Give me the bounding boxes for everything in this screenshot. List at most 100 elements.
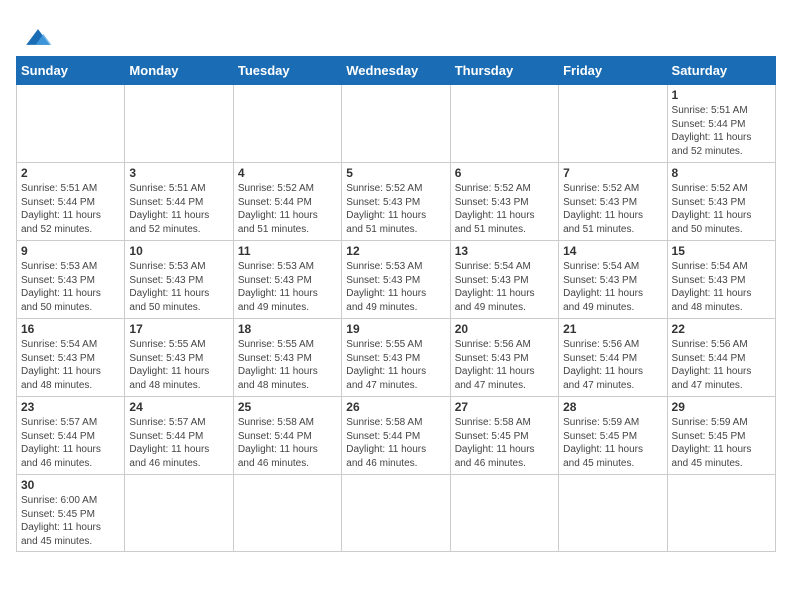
cell-day-number: 22 (672, 322, 771, 336)
calendar-cell (125, 85, 233, 163)
calendar-cell (559, 475, 667, 552)
cell-day-number: 19 (346, 322, 445, 336)
calendar-cell: 3 Sunrise: 5:51 AM Sunset: 5:44 PM Daylig… (125, 163, 233, 241)
cell-sun-info: Sunrise: 5:54 AM Sunset: 5:43 PM Dayligh… (563, 260, 662, 314)
cell-day-number: 3 (129, 166, 228, 180)
cell-sun-info: Sunrise: 5:53 AM Sunset: 5:43 PM Dayligh… (21, 260, 120, 314)
calendar-cell (125, 475, 233, 552)
cell-sun-info: Sunrise: 5:56 AM Sunset: 5:44 PM Dayligh… (563, 338, 662, 392)
calendar-cell: 9 Sunrise: 5:53 AM Sunset: 5:43 PM Daylig… (17, 241, 125, 319)
cell-sun-info: Sunrise: 5:57 AM Sunset: 5:44 PM Dayligh… (21, 416, 120, 470)
cell-day-number: 26 (346, 400, 445, 414)
weekday-saturday: Saturday (667, 57, 775, 85)
cell-sun-info: Sunrise: 5:54 AM Sunset: 5:43 PM Dayligh… (21, 338, 120, 392)
calendar-cell: 12 Sunrise: 5:53 AM Sunset: 5:43 PM Dayli… (342, 241, 450, 319)
cell-day-number: 21 (563, 322, 662, 336)
calendar-week-6: 30Sunrise: 6:00 AM Sunset: 5:45 PM Dayli… (17, 475, 776, 552)
cell-sun-info: Sunrise: 5:54 AM Sunset: 5:43 PM Dayligh… (672, 260, 771, 314)
calendar-week-4: 16 Sunrise: 5:54 AM Sunset: 5:43 PM Dayli… (17, 319, 776, 397)
calendar-cell: 27Sunrise: 5:58 AM Sunset: 5:45 PM Dayli… (450, 397, 558, 475)
weekday-friday: Friday (559, 57, 667, 85)
cell-sun-info: Sunrise: 5:54 AM Sunset: 5:43 PM Dayligh… (455, 260, 554, 314)
calendar-cell: 6 Sunrise: 5:52 AM Sunset: 5:43 PM Daylig… (450, 163, 558, 241)
cell-sun-info: Sunrise: 5:52 AM Sunset: 5:44 PM Dayligh… (238, 182, 337, 236)
cell-day-number: 25 (238, 400, 337, 414)
cell-day-number: 5 (346, 166, 445, 180)
calendar-cell: 11Sunrise: 5:53 AM Sunset: 5:43 PM Dayli… (233, 241, 341, 319)
calendar-table: SundayMondayTuesdayWednesdayThursdayFrid… (16, 56, 776, 552)
cell-sun-info: Sunrise: 5:59 AM Sunset: 5:45 PM Dayligh… (563, 416, 662, 470)
calendar-cell: 30Sunrise: 6:00 AM Sunset: 5:45 PM Dayli… (17, 475, 125, 552)
cell-sun-info: Sunrise: 5:52 AM Sunset: 5:43 PM Dayligh… (672, 182, 771, 236)
cell-day-number: 9 (21, 244, 120, 258)
calendar-cell: 20 Sunrise: 5:56 AM Sunset: 5:43 PM Dayli… (450, 319, 558, 397)
calendar-cell: 26 Sunrise: 5:58 AM Sunset: 5:44 PM Dayli… (342, 397, 450, 475)
calendar-cell: 8 Sunrise: 5:52 AM Sunset: 5:43 PM Daylig… (667, 163, 775, 241)
calendar-cell: 10 Sunrise: 5:53 AM Sunset: 5:43 PM Dayli… (125, 241, 233, 319)
cell-day-number: 6 (455, 166, 554, 180)
cell-day-number: 29 (672, 400, 771, 414)
cell-sun-info: Sunrise: 5:53 AM Sunset: 5:43 PM Dayligh… (129, 260, 228, 314)
cell-sun-info: Sunrise: 5:51 AM Sunset: 5:44 PM Dayligh… (21, 182, 120, 236)
cell-day-number: 4 (238, 166, 337, 180)
calendar-cell: 4 Sunrise: 5:52 AM Sunset: 5:44 PM Daylig… (233, 163, 341, 241)
calendar-week-5: 23 Sunrise: 5:57 AM Sunset: 5:44 PM Dayli… (17, 397, 776, 475)
calendar-cell: 7Sunrise: 5:52 AM Sunset: 5:43 PM Daylig… (559, 163, 667, 241)
calendar-cell (450, 475, 558, 552)
cell-day-number: 18 (238, 322, 337, 336)
calendar-cell: 19 Sunrise: 5:55 AM Sunset: 5:43 PM Dayli… (342, 319, 450, 397)
cell-sun-info: Sunrise: 5:52 AM Sunset: 5:43 PM Dayligh… (346, 182, 445, 236)
cell-sun-info: Sunrise: 5:53 AM Sunset: 5:43 PM Dayligh… (346, 260, 445, 314)
calendar-cell (450, 85, 558, 163)
cell-day-number: 20 (455, 322, 554, 336)
weekday-wednesday: Wednesday (342, 57, 450, 85)
cell-day-number: 12 (346, 244, 445, 258)
weekday-thursday: Thursday (450, 57, 558, 85)
calendar-cell: 15 Sunrise: 5:54 AM Sunset: 5:43 PM Dayli… (667, 241, 775, 319)
calendar-cell: 13 Sunrise: 5:54 AM Sunset: 5:43 PM Dayli… (450, 241, 558, 319)
weekday-monday: Monday (125, 57, 233, 85)
calendar-cell: 5 Sunrise: 5:52 AM Sunset: 5:43 PM Daylig… (342, 163, 450, 241)
calendar-week-2: 2Sunrise: 5:51 AM Sunset: 5:44 PM Daylig… (17, 163, 776, 241)
calendar-cell (17, 85, 125, 163)
cell-day-number: 14 (563, 244, 662, 258)
weekday-tuesday: Tuesday (233, 57, 341, 85)
calendar-cell: 22 Sunrise: 5:56 AM Sunset: 5:44 PM Dayli… (667, 319, 775, 397)
cell-sun-info: Sunrise: 5:56 AM Sunset: 5:43 PM Dayligh… (455, 338, 554, 392)
cell-sun-info: Sunrise: 5:59 AM Sunset: 5:45 PM Dayligh… (672, 416, 771, 470)
cell-day-number: 10 (129, 244, 228, 258)
calendar-cell (559, 85, 667, 163)
cell-sun-info: Sunrise: 5:52 AM Sunset: 5:43 PM Dayligh… (563, 182, 662, 236)
cell-day-number: 23 (21, 400, 120, 414)
cell-sun-info: Sunrise: 5:56 AM Sunset: 5:44 PM Dayligh… (672, 338, 771, 392)
cell-day-number: 30 (21, 478, 120, 492)
cell-day-number: 13 (455, 244, 554, 258)
cell-day-number: 1 (672, 88, 771, 102)
cell-sun-info: Sunrise: 5:51 AM Sunset: 5:44 PM Dayligh… (672, 104, 771, 158)
cell-day-number: 16 (21, 322, 120, 336)
calendar-cell (342, 475, 450, 552)
cell-sun-info: Sunrise: 5:58 AM Sunset: 5:44 PM Dayligh… (346, 416, 445, 470)
cell-day-number: 28 (563, 400, 662, 414)
calendar-cell: 16 Sunrise: 5:54 AM Sunset: 5:43 PM Dayli… (17, 319, 125, 397)
calendar-cell (233, 85, 341, 163)
weekday-sunday: Sunday (17, 57, 125, 85)
logo (16, 16, 58, 48)
calendar-cell: 24Sunrise: 5:57 AM Sunset: 5:44 PM Dayli… (125, 397, 233, 475)
calendar-cell: 18Sunrise: 5:55 AM Sunset: 5:43 PM Dayli… (233, 319, 341, 397)
calendar-cell: 17Sunrise: 5:55 AM Sunset: 5:43 PM Dayli… (125, 319, 233, 397)
cell-day-number: 27 (455, 400, 554, 414)
cell-sun-info: Sunrise: 5:53 AM Sunset: 5:43 PM Dayligh… (238, 260, 337, 314)
calendar-cell (342, 85, 450, 163)
cell-sun-info: Sunrise: 5:55 AM Sunset: 5:43 PM Dayligh… (129, 338, 228, 392)
cell-day-number: 15 (672, 244, 771, 258)
calendar-cell: 28 Sunrise: 5:59 AM Sunset: 5:45 PM Dayli… (559, 397, 667, 475)
calendar-week-3: 9 Sunrise: 5:53 AM Sunset: 5:43 PM Daylig… (17, 241, 776, 319)
calendar-cell: 1 Sunrise: 5:51 AM Sunset: 5:44 PM Daylig… (667, 85, 775, 163)
cell-sun-info: Sunrise: 5:51 AM Sunset: 5:44 PM Dayligh… (129, 182, 228, 236)
calendar-cell: 21 Sunrise: 5:56 AM Sunset: 5:44 PM Dayli… (559, 319, 667, 397)
cell-sun-info: Sunrise: 5:55 AM Sunset: 5:43 PM Dayligh… (346, 338, 445, 392)
cell-day-number: 8 (672, 166, 771, 180)
cell-sun-info: Sunrise: 5:52 AM Sunset: 5:43 PM Dayligh… (455, 182, 554, 236)
weekday-header-row: SundayMondayTuesdayWednesdayThursdayFrid… (17, 57, 776, 85)
